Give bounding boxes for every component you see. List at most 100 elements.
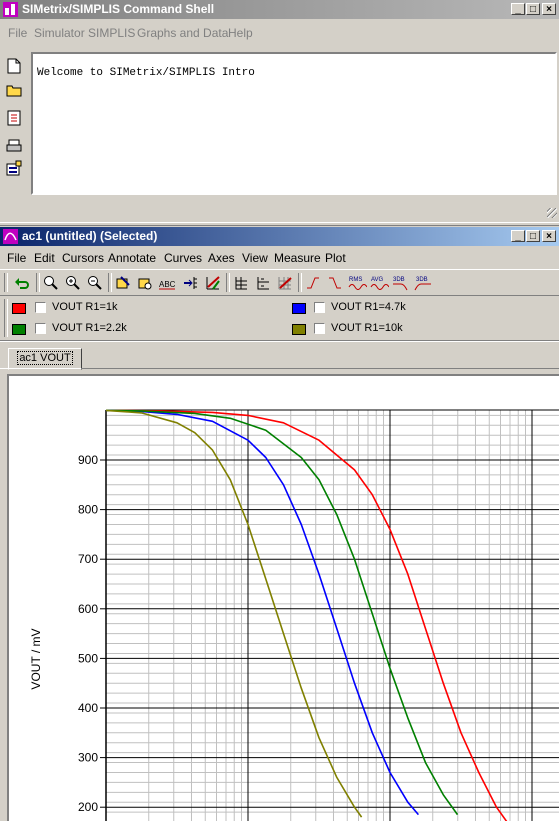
legend-entry[interactable]: VOUT R1=4.7k: [292, 300, 492, 316]
new-file-icon[interactable]: [4, 56, 24, 76]
menu-help[interactable]: Help: [228, 26, 253, 40]
menu-file[interactable]: File: [7, 251, 26, 265]
undo-icon[interactable]: [12, 273, 32, 293]
legend-swatch-blue: [292, 303, 306, 314]
legend-swatch-red: [12, 303, 26, 314]
toolbar-separator: [226, 273, 230, 292]
menu-file[interactable]: File: [8, 26, 27, 40]
y-tick-label: 800: [78, 503, 98, 517]
legend-entry[interactable]: VOUT R1=2.2k: [12, 321, 212, 337]
curve-properties-icon[interactable]: [135, 273, 155, 293]
toolbar-separator: [108, 273, 112, 292]
plot-area[interactable]: 900 800 700 600 500 400 300 200 VOUT / mV: [7, 374, 559, 821]
menu-measure[interactable]: Measure: [274, 251, 321, 265]
command-shell-menubar: File Simulator SIMPLIS Graphs and Data H…: [0, 23, 559, 43]
command-shell-titlebar[interactable]: SIMetrix/SIMPLIS Command Shell _ □ ×: [0, 0, 559, 19]
select-curve-icon[interactable]: [113, 273, 133, 293]
fit-curves-icon[interactable]: [275, 273, 295, 293]
series-line: [105, 409, 459, 816]
graph-menubar: File Edit Cursors Annotate Curves Axes V…: [0, 248, 559, 268]
menu-axes[interactable]: Axes: [208, 251, 235, 265]
legend-label: VOUT R1=10k: [331, 322, 403, 334]
avg-label: AVG: [371, 277, 384, 283]
add-axis-icon[interactable]: [181, 273, 201, 293]
rms-icon[interactable]: RMS: [347, 273, 367, 293]
toolbar-separator: [36, 273, 40, 292]
legend-label: VOUT R1=4.7k: [331, 301, 406, 313]
3db-highpass-icon[interactable]: 3DB: [413, 273, 433, 293]
label-curve-icon[interactable]: ABC: [157, 273, 177, 293]
y-tick-label: 400: [78, 701, 98, 715]
y-tick-label: 700: [78, 552, 98, 566]
3db-point-icon[interactable]: 3DB: [391, 273, 411, 293]
fall-time-icon[interactable]: [325, 273, 345, 293]
zoom-icon[interactable]: [41, 273, 61, 293]
graph-maximize-button[interactable]: □: [526, 230, 540, 242]
curve-edit-icon[interactable]: [203, 273, 223, 293]
toolbar-grip: [4, 273, 8, 292]
menu-annotate[interactable]: Annotate: [108, 251, 156, 265]
console-text: Welcome to SIMetrix/SIMPLIS Intro: [37, 67, 255, 79]
vout-chart: 900 800 700 600 500 400 300 200 VOUT / mV: [29, 409, 559, 821]
graph-toolbar: ABC RMS AVG 3DB 3DB: [0, 269, 559, 296]
rms-label: RMS: [349, 277, 362, 283]
legend-swatch-green: [12, 324, 26, 335]
command-shell-title: SIMetrix/SIMPLIS Command Shell: [22, 2, 215, 16]
y-tick-label: 500: [78, 651, 98, 665]
graph-window-icon: [3, 229, 18, 244]
y-axis-label: VOUT / mV: [29, 628, 43, 689]
minimize-button[interactable]: _: [511, 3, 525, 15]
maximize-button[interactable]: □: [526, 3, 540, 15]
average-icon[interactable]: AVG: [369, 273, 389, 293]
close-button[interactable]: ×: [542, 3, 556, 15]
legend-panel: VOUT R1=1k VOUT R1=4.7k VOUT R1=2.2k VOU…: [0, 295, 559, 340]
tab-label: ac1 VOUT: [17, 351, 73, 365]
menu-cursors[interactable]: Cursors: [62, 251, 104, 265]
resize-grip[interactable]: [547, 208, 557, 218]
print-icon[interactable]: [4, 136, 24, 156]
legend-checkbox[interactable]: [35, 323, 46, 334]
menu-plot[interactable]: Plot: [325, 251, 346, 265]
legend-grip: [4, 299, 8, 337]
graph-titlebar[interactable]: ac1 (untitled) (Selected) _ □ ×: [0, 227, 559, 246]
zoom-in-icon[interactable]: [63, 273, 83, 293]
legend-checkbox[interactable]: [314, 323, 325, 334]
options-icon[interactable]: [4, 158, 24, 178]
series-line: [105, 409, 508, 821]
legend-label: VOUT R1=2.2k: [52, 322, 127, 334]
y-tick-label: 900: [78, 453, 98, 467]
3db-label-2: 3DB: [416, 277, 428, 283]
menu-graphs-and-data[interactable]: Graphs and Data: [137, 26, 228, 40]
tab-strip-line-right: [81, 368, 559, 369]
svg-text:ABC: ABC: [159, 280, 176, 289]
legend-checkbox[interactable]: [35, 302, 46, 313]
script-icon[interactable]: [4, 108, 24, 128]
menu-edit[interactable]: Edit: [34, 251, 55, 265]
graph-minimize-button[interactable]: _: [511, 230, 525, 242]
toolbar-separator: [298, 273, 302, 292]
command-console[interactable]: Welcome to SIMetrix/SIMPLIS Intro: [31, 52, 557, 195]
menu-curves[interactable]: Curves: [164, 251, 202, 265]
menu-simplis[interactable]: SIMPLIS: [88, 26, 135, 40]
legend-divider: [0, 340, 559, 342]
y-tick-label: 600: [78, 602, 98, 616]
legend-entry[interactable]: VOUT R1=1k: [12, 300, 212, 316]
legend-checkbox[interactable]: [314, 302, 325, 313]
open-folder-icon[interactable]: [4, 80, 24, 100]
rise-time-icon[interactable]: [303, 273, 323, 293]
shell-toolbar: [2, 48, 28, 188]
menu-view[interactable]: View: [242, 251, 268, 265]
simetrix-app-icon: [3, 2, 18, 17]
zoom-out-icon[interactable]: [85, 273, 105, 293]
legend-entry[interactable]: VOUT R1=10k: [292, 321, 492, 337]
tab-ac1-vout[interactable]: ac1 VOUT: [8, 348, 82, 370]
3db-label: 3DB: [393, 277, 405, 283]
menu-simulator[interactable]: Simulator: [34, 26, 85, 40]
y-tick-label: 200: [78, 800, 98, 814]
window-divider: [0, 222, 559, 226]
legend-label: VOUT R1=1k: [52, 301, 118, 313]
graph-window-title: ac1 (untitled) (Selected): [22, 229, 158, 243]
grid-axis-icon[interactable]: [231, 273, 251, 293]
graph-close-button[interactable]: ×: [542, 230, 556, 242]
stacked-axis-icon[interactable]: [253, 273, 273, 293]
